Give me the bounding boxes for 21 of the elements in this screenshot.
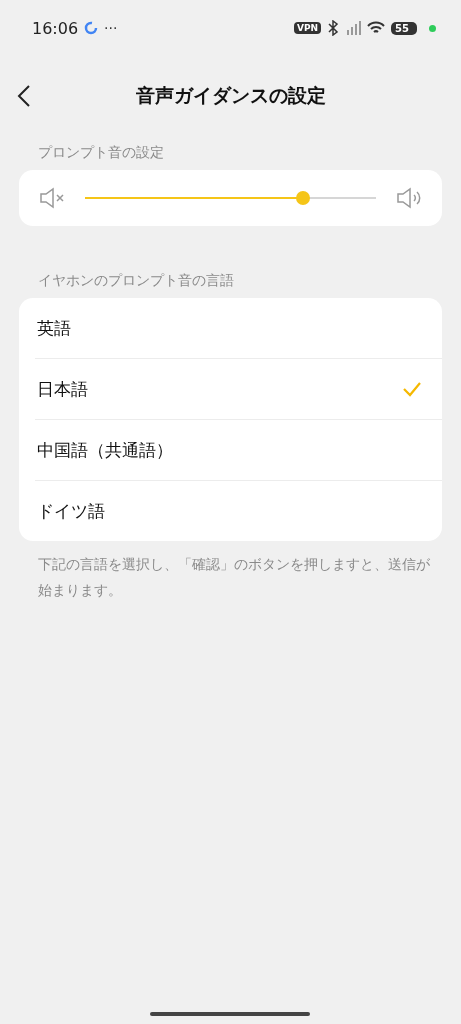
section-label: イヤホンのプロンプト音の言語 <box>37 271 235 290</box>
note-text: 下記の言語を選択し、「確認」のボタンを押しますと、送信が始まります。 <box>37 555 431 600</box>
camera-indicator-icon <box>429 24 436 32</box>
more-notifications: ··· <box>104 20 118 36</box>
language-option[interactable]: 英語 <box>19 298 442 358</box>
status-time: 16:06 <box>32 18 79 38</box>
vpn-badge: VPN <box>294 22 322 34</box>
slider-thumb[interactable] <box>296 191 311 205</box>
home-indicator[interactable] <box>150 1012 310 1016</box>
wifi-icon <box>367 21 386 35</box>
speaker-icon <box>396 187 422 209</box>
language-option[interactable]: 日本語 <box>35 358 442 419</box>
signal-icon <box>345 20 362 36</box>
volume-slider[interactable] <box>85 191 376 205</box>
battery-indicator: 55 <box>391 21 417 35</box>
language-option[interactable]: ドイツ語 <box>35 480 442 541</box>
page-title: 音声ガイダンスの設定 <box>135 83 326 108</box>
language-option[interactable]: 中国語（共通語） <box>35 419 442 480</box>
section-label: プロンプト音の設定 <box>37 143 165 162</box>
mute-icon <box>39 187 65 209</box>
bluetooth-icon <box>327 20 340 36</box>
